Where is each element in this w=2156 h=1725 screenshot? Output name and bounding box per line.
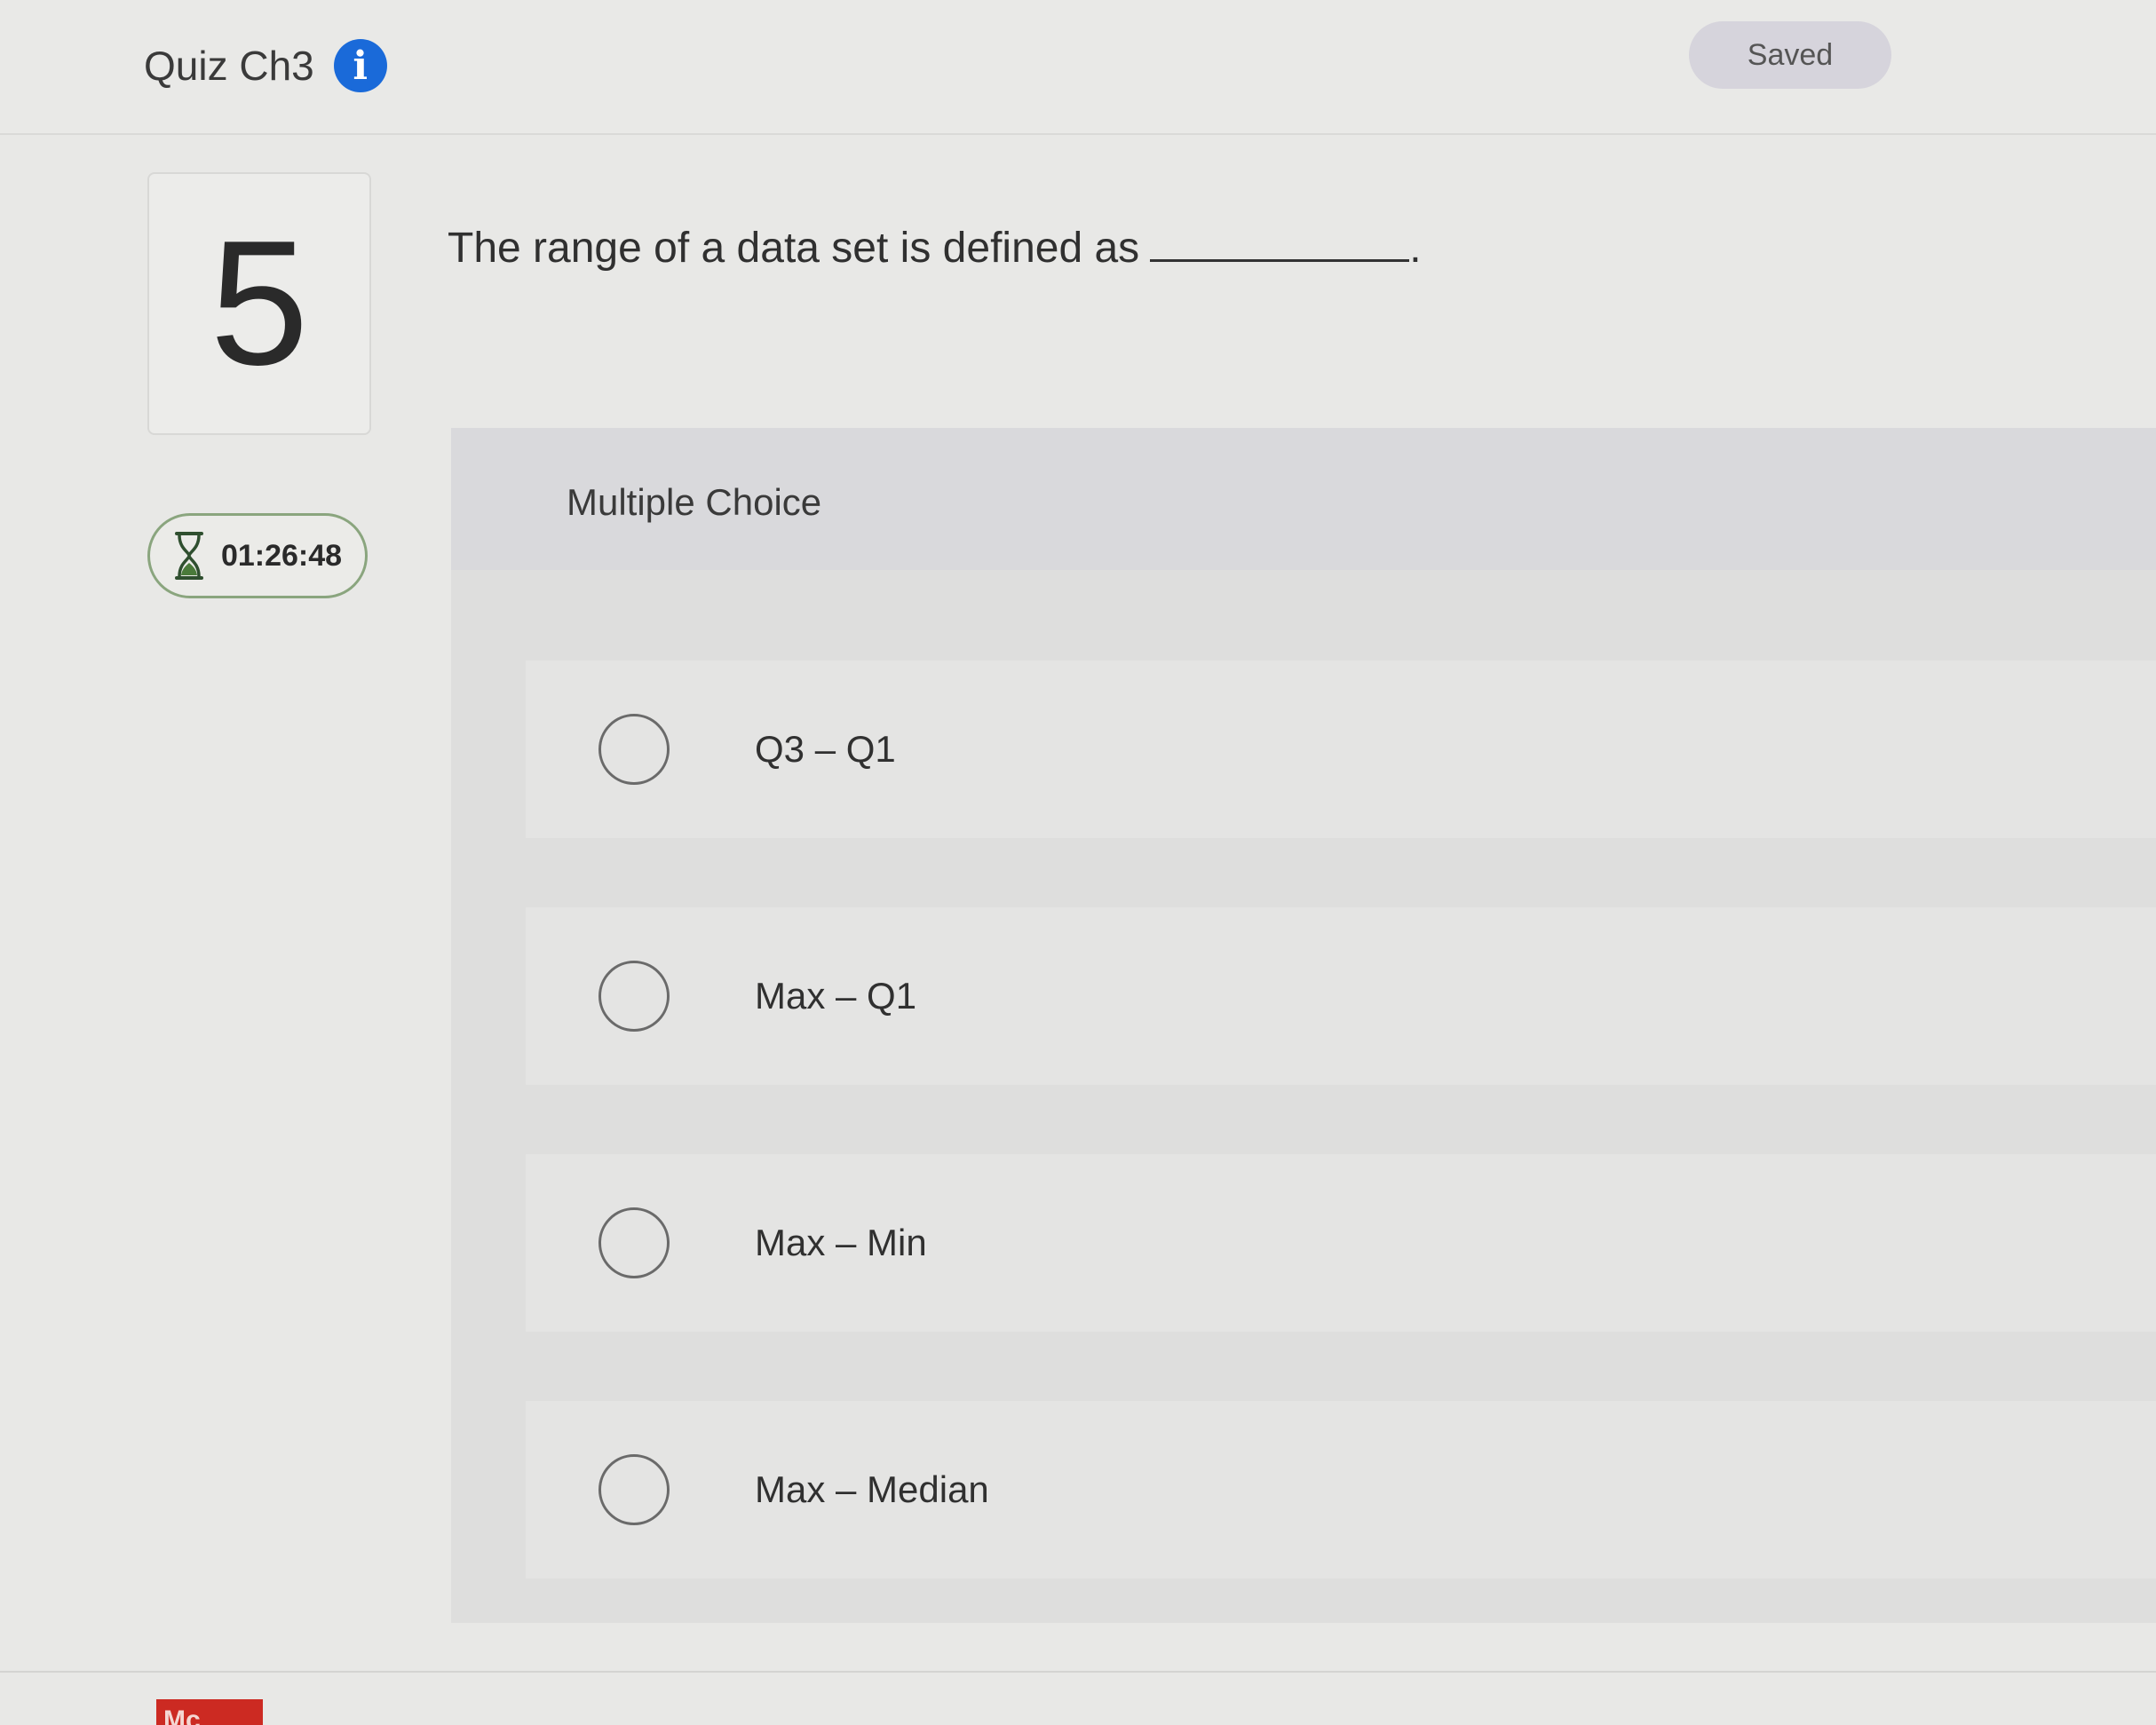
top-bar: Quiz Ch3 i Saved xyxy=(0,0,2156,135)
question-end-punct: . xyxy=(1409,225,1422,272)
option-label: Max – Median xyxy=(755,1468,989,1510)
answer-option[interactable]: Max – Min xyxy=(526,1154,2156,1332)
radio-button[interactable] xyxy=(598,961,670,1032)
question-text-row: The range of a data set is defined as. xyxy=(448,224,1422,273)
radio-button[interactable] xyxy=(598,714,670,785)
multiple-choice-panel: Multiple Choice Q3 – Q1 Max – Q1 Max – M… xyxy=(451,428,2156,1623)
footer-divider xyxy=(0,1671,2156,1673)
info-icon[interactable]: i xyxy=(333,39,387,92)
answer-option[interactable]: Max – Q1 xyxy=(526,907,2156,1085)
option-label: Q3 – Q1 xyxy=(755,728,896,770)
timer-value: 01:26:48 xyxy=(220,538,343,573)
saved-status-badge: Saved xyxy=(1689,21,1891,89)
question-type-label: Multiple Choice xyxy=(567,481,822,523)
hourglass-icon xyxy=(174,532,203,580)
radio-button[interactable] xyxy=(598,1207,670,1278)
answer-option[interactable]: Max – Median xyxy=(526,1401,2156,1579)
option-label: Max – Min xyxy=(755,1222,927,1263)
question-number: 5 xyxy=(147,172,371,435)
mc-header: Multiple Choice xyxy=(451,428,2156,570)
option-label: Max – Q1 xyxy=(755,975,917,1017)
quiz-title: Quiz Ch3 xyxy=(144,43,314,89)
timer[interactable]: 01:26:48 xyxy=(147,513,368,598)
question-text: The range of a data set is defined as xyxy=(448,225,1140,272)
publisher-logo: Mc xyxy=(156,1699,263,1725)
radio-button[interactable] xyxy=(598,1454,670,1525)
quiz-title-row: Quiz Ch3 i xyxy=(144,39,387,92)
answer-blank xyxy=(1150,233,1410,262)
answer-option[interactable]: Q3 – Q1 xyxy=(526,661,2156,838)
